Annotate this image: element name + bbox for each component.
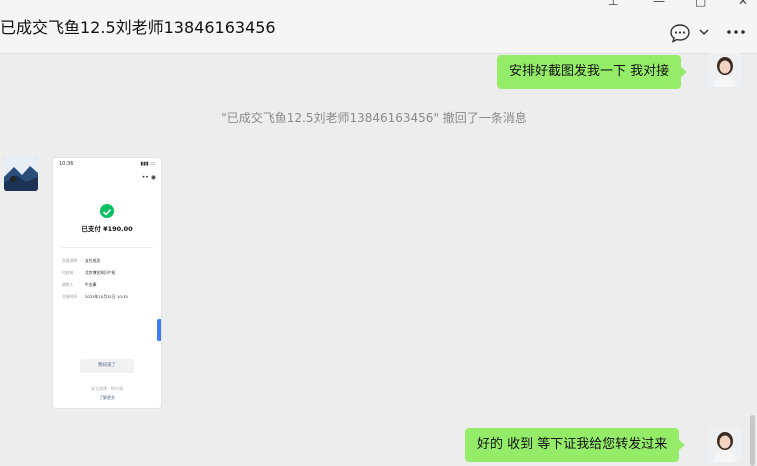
phone-status-time: 10:36: [59, 161, 74, 167]
avatar[interactable]: [708, 428, 742, 462]
chat-bubble-icon[interactable]: [669, 22, 691, 44]
detail-value: 支付成功: [85, 258, 101, 263]
security-footer: 安全保障 · 财付通: [91, 386, 123, 391]
more-icon[interactable]: [726, 26, 746, 38]
success-check-icon: [100, 204, 114, 218]
phone-signal-icon: ▮▮▮ ▭: [140, 161, 155, 167]
detail-row: 收款人 牛志康: [62, 282, 96, 288]
chat-title: 已成交飞鱼12.5刘老师13846163456: [0, 18, 276, 37]
message-bubble-outgoing[interactable]: 安排好截图发我一下 我对接: [497, 55, 688, 89]
paid-amount: 已支付 ¥190.00: [81, 225, 133, 233]
detail-value: 北京博艺知识产权: [85, 270, 116, 275]
detail-label: 交易说明: [62, 258, 78, 263]
chevron-down-icon[interactable]: [698, 26, 710, 38]
detail-label: 交易时间: [62, 294, 78, 299]
avatar[interactable]: [4, 157, 38, 191]
detail-row: 付款给 北京博艺知识产权: [62, 270, 115, 276]
close-icon[interactable]: ✕: [738, 0, 748, 8]
payment-screenshot-image[interactable]: 10:36 ▮▮▮ ▭ •• ◉ 已支付 ¥190.00 交易说明 支付成功 付…: [52, 157, 162, 409]
scrollbar[interactable]: [750, 415, 755, 466]
divider: [61, 247, 153, 248]
recall-notice: "已成交飞鱼12.5刘老师13846163456" 撤回了一条消息: [221, 111, 527, 125]
detail-label: 付款给: [62, 270, 74, 275]
detail-value: 牛志康: [85, 282, 97, 287]
learn-more-link: 了解更多: [99, 395, 115, 400]
pin-icon[interactable]: ⊥: [608, 0, 618, 8]
maximize-icon[interactable]: □: [695, 0, 706, 8]
message-bubble-outgoing[interactable]: 好的 收到 等下证我给您转发过来: [465, 428, 686, 462]
minimize-icon[interactable]: —: [653, 0, 665, 8]
detail-value: 2025年10月31日 10:35: [85, 294, 128, 299]
detail-label: 收款人: [62, 282, 74, 287]
side-handle: [157, 319, 161, 341]
confirm-button: 我知道了: [80, 359, 134, 373]
detail-row: 交易说明 支付成功: [62, 258, 100, 264]
chat-header: 已成交飞鱼12.5刘老师13846163456 ⊥ — □ ✕: [0, 0, 757, 54]
avatar[interactable]: [708, 53, 742, 87]
more-icon: •• ◉: [141, 174, 156, 181]
detail-row: 交易时间 2025年10月31日 10:35: [62, 294, 128, 300]
